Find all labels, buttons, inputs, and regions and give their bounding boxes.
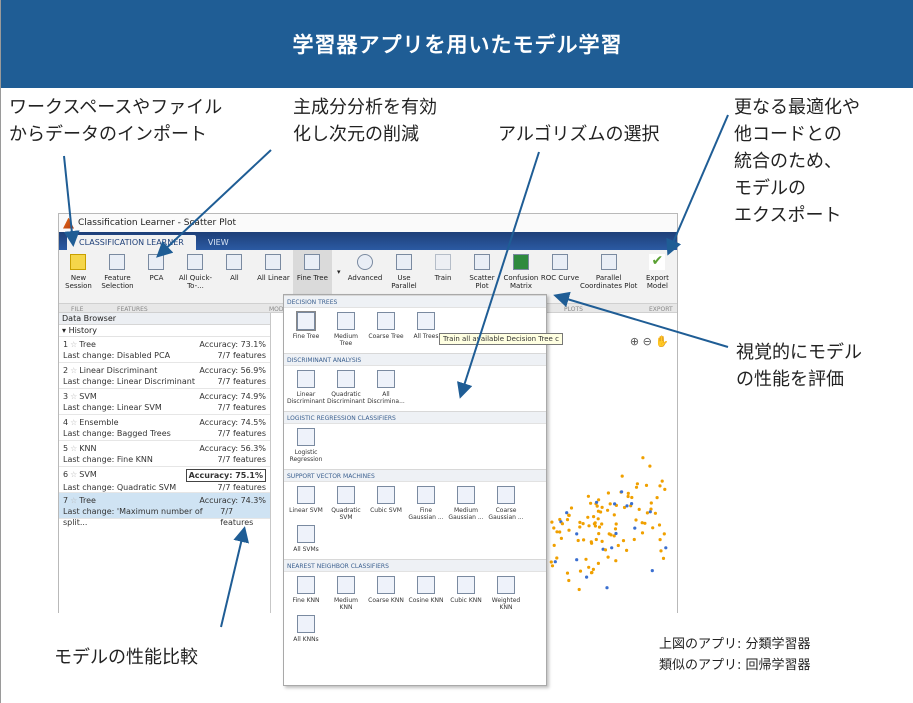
arrow-pca: [156, 149, 272, 258]
annotation-arrows: [63, 114, 729, 628]
arrow-compare: [220, 526, 250, 628]
arrow-import: [63, 155, 80, 247]
arrow-export: [666, 114, 729, 256]
arrow-evaluate: [553, 291, 729, 348]
page: 学習器アプリを用いたモデル学習 ワークスペースやファイル からデータのインポート…: [0, 0, 913, 703]
arrow-algorithm: [457, 151, 540, 399]
